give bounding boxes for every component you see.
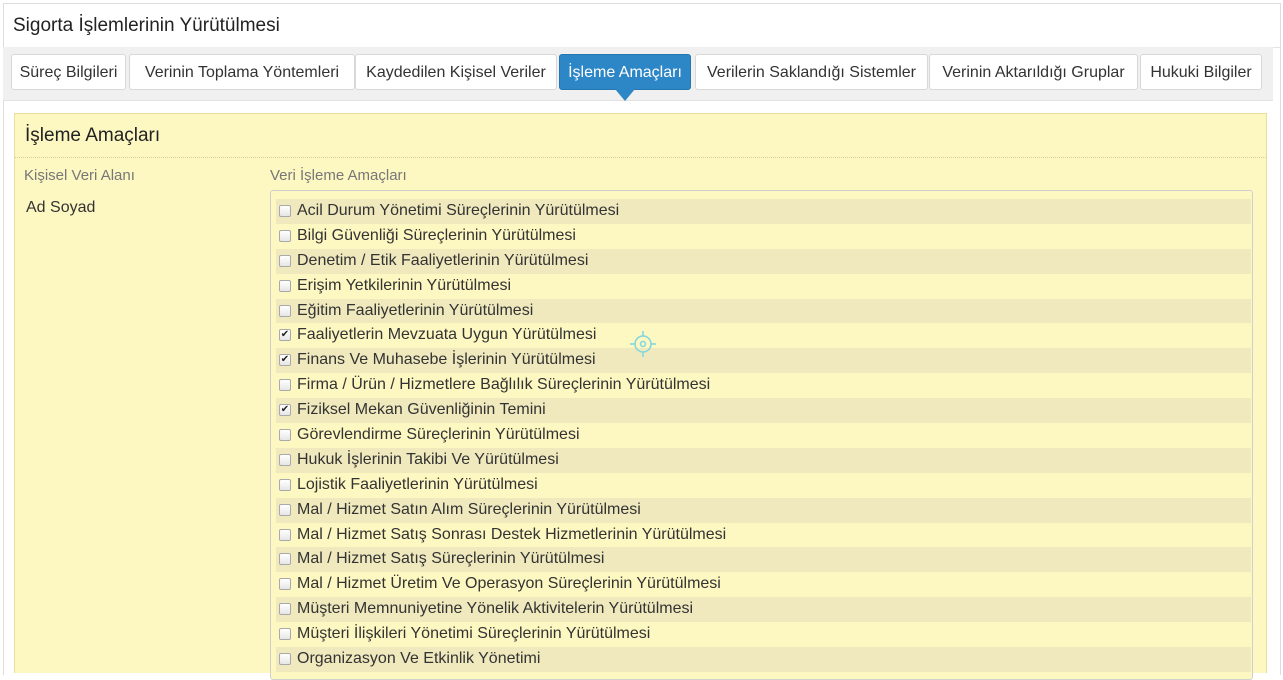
purpose-list-item[interactable]: Bilgi Güvenliği Süreçlerinin Yürütülmesi: [276, 223, 1251, 249]
checkbox[interactable]: [279, 229, 291, 242]
tab-isleme-amaclari[interactable]: İşleme Amaçları: [559, 54, 691, 101]
tab-kaydedilen-kisisel-veriler[interactable]: Kaydedilen Kişisel Veriler: [355, 54, 557, 90]
purpose-label: Erişim Yetkilerinin Yürütülmesi: [297, 276, 512, 294]
purpose-list-item[interactable]: Müşteri İlişkileri Yönetimi Süreçlerinin…: [276, 622, 1251, 648]
purpose-list-item[interactable]: Acil Durum Yönetimi Süreçlerinin Yürütül…: [276, 199, 1251, 224]
checkbox[interactable]: [279, 379, 291, 392]
purpose-list-item[interactable]: Lojistik Faaliyetlerinin Yürütülmesi: [276, 472, 1251, 498]
panel-heading: İşleme Amaçları: [15, 114, 1266, 158]
purpose-label: Görevlendirme Süreçlerinin Yürütülmesi: [297, 426, 580, 444]
checkbox-checked[interactable]: ✔: [279, 404, 291, 417]
purposes-list-box[interactable]: Acil Durum Yönetimi Süreçlerinin Yürütül…: [270, 190, 1253, 680]
checkbox[interactable]: [279, 478, 291, 491]
purpose-list-item[interactable]: Erişim Yetkilerinin Yürütülmesi: [276, 273, 1251, 299]
tab-hukuki-bilgiler[interactable]: Hukuki Bilgiler: [1140, 54, 1262, 90]
purpose-list-item[interactable]: Görevlendirme Süreçlerinin Yürütülmesi: [276, 423, 1251, 448]
purpose-label: Faaliyetlerin Mevzuata Uygun Yürütülmesi: [297, 326, 597, 344]
isleme-amaclari-panel: İşleme Amaçları Kişisel Veri Alanı Veri …: [14, 113, 1267, 680]
checkbox[interactable]: [279, 205, 291, 217]
purpose-label: Mal / Hizmet Satış Sonrası Destek Hizmet…: [297, 525, 727, 543]
purpose-label: Eğitim Faaliyetlerinin Yürütülmesi: [297, 301, 534, 319]
checkbox-checked[interactable]: ✔: [279, 329, 291, 342]
purpose-list-item[interactable]: Mal / Hizmet Üretim Ve Operasyon Süreçle…: [276, 572, 1251, 598]
purpose-label: Mal / Hizmet Üretim Ve Operasyon Süreçle…: [297, 575, 721, 593]
purpose-label: Denetim / Etik Faaliyetlerinin Yürütülme…: [297, 251, 589, 269]
purpose-list-item[interactable]: Müşteri Memnuniyetine Yönelik Aktivitele…: [276, 597, 1251, 623]
purpose-label: Müşteri İlişkileri Yönetimi Süreçlerinin…: [297, 625, 651, 643]
checkbox[interactable]: [279, 578, 291, 591]
purpose-label: Mal / Hizmet Satış Süreçlerinin Yürütülm…: [297, 550, 605, 568]
purpose-label: Lojistik Faaliyetlerinin Yürütülmesi: [297, 475, 538, 493]
tab-verinin-toplama-yontemleri[interactable]: Verinin Toplama Yöntemleri: [129, 54, 355, 90]
purpose-list-item[interactable]: Mal / Hizmet Satış Süreçlerinin Yürütülm…: [276, 547, 1251, 573]
purpose-label: Organizasyon Ve Etkinlik Yönetimi: [297, 650, 541, 668]
tabs-bar: Süreç Bilgileri Verinin Toplama Yöntemle…: [3, 47, 1273, 101]
checkbox-checked[interactable]: ✔: [279, 354, 291, 367]
purpose-list-item[interactable]: ✔ Fiziksel Mekan Güvenliğinin Temini: [276, 398, 1251, 424]
purpose-list-item[interactable]: Mal / Hizmet Satış Sonrası Destek Hizmet…: [276, 522, 1251, 548]
tab-surec-bilgileri[interactable]: Süreç Bilgileri: [11, 54, 126, 90]
checkbox[interactable]: [279, 628, 291, 641]
checkbox[interactable]: [279, 453, 291, 466]
checkbox[interactable]: [279, 279, 291, 292]
kisisel-veri-alani-label: Kişisel Veri Alanı: [24, 167, 135, 184]
purpose-list-item[interactable]: Mal / Hizmet Satın Alım Süreçlerinin Yür…: [276, 497, 1251, 523]
page-title: Sigorta İşlemlerinin Yürütülmesi: [4, 4, 1280, 48]
purpose-list-item[interactable]: Firma / Ürün / Hizmetlere Bağlılık Süreç…: [276, 373, 1251, 399]
tab-verinin-aktarildigi-gruplar[interactable]: Verinin Aktarıldığı Gruplar: [929, 54, 1138, 90]
purpose-label: Bilgi Güvenliği Süreçlerinin Yürütülmesi: [297, 226, 576, 244]
purpose-label: Acil Durum Yönetimi Süreçlerinin Yürütül…: [297, 202, 620, 219]
checkbox[interactable]: [279, 503, 291, 516]
tab-verilerin-saklandigi-sistemler[interactable]: Verilerin Saklandığı Sistemler: [695, 54, 928, 90]
purpose-label: Müşteri Memnuniyetine Yönelik Aktivitele…: [297, 600, 694, 618]
checkbox[interactable]: [279, 254, 291, 267]
veri-isleme-amaclari-label: Veri İşleme Amaçları: [270, 167, 407, 184]
purpose-list-item[interactable]: Organizasyon Ve Etkinlik Yönetimi: [276, 647, 1251, 672]
purpose-label: Firma / Ürün / Hizmetlere Bağlılık Süreç…: [297, 376, 711, 394]
checkbox[interactable]: [279, 304, 291, 317]
checkbox[interactable]: [279, 528, 291, 541]
purpose-label: Fiziksel Mekan Güvenliğinin Temini: [297, 401, 546, 419]
purpose-label: Finans Ve Muhasebe İşlerinin Yürütülmesi: [297, 351, 596, 369]
purpose-list-item[interactable]: ✔ Finans Ve Muhasebe İşlerinin Yürütülmes…: [276, 348, 1251, 374]
checkbox[interactable]: [279, 429, 291, 442]
checkbox[interactable]: [279, 553, 291, 566]
purpose-list-item[interactable]: Hukuk İşlerinin Takibi Ve Yürütülmesi: [276, 447, 1251, 473]
purpose-list-item[interactable]: Eğitim Faaliyetlerinin Yürütülmesi: [276, 298, 1251, 324]
checkbox[interactable]: [279, 653, 291, 666]
purpose-label: Hukuk İşlerinin Takibi Ve Yürütülmesi: [297, 450, 559, 468]
purpose-label: Mal / Hizmet Satın Alım Süreçlerinin Yür…: [297, 500, 641, 518]
checkbox[interactable]: [279, 603, 291, 616]
field-value-ad-soyad: Ad Soyad: [26, 199, 96, 216]
purpose-list-item[interactable]: ✔ Faaliyetlerin Mevzuata Uygun Yürütülmes…: [276, 323, 1251, 349]
purposes-list: Acil Durum Yönetimi Süreçlerinin Yürütül…: [276, 199, 1251, 672]
purpose-list-item[interactable]: Denetim / Etik Faaliyetlerinin Yürütülme…: [276, 248, 1251, 274]
